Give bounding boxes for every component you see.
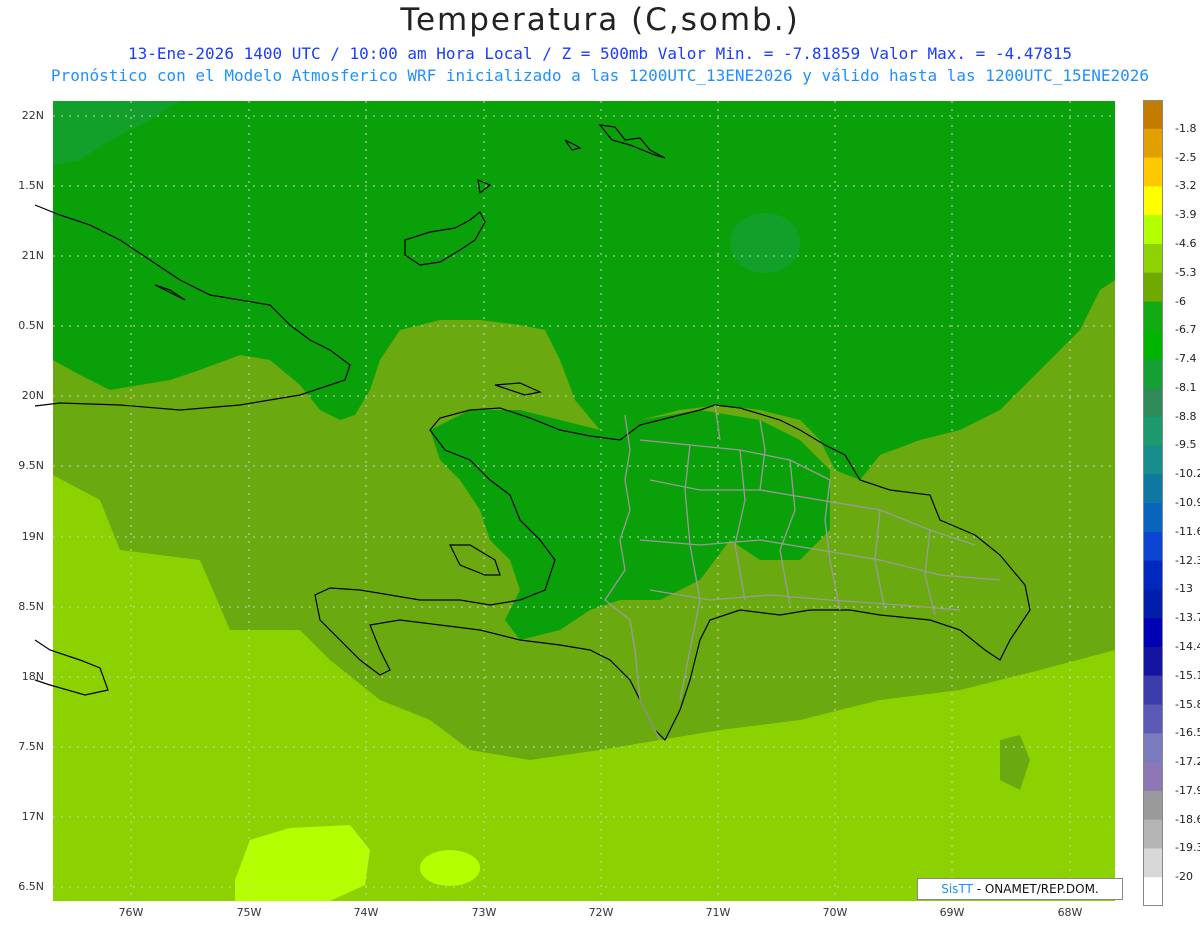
lat-label: 17N — [21, 810, 44, 823]
colorbar-label: -14.4 — [1175, 639, 1200, 653]
colorbar-swatch — [1144, 531, 1162, 562]
colorbar-swatch — [1144, 474, 1162, 504]
lon-label: 74W — [353, 906, 379, 919]
field-brightgreen-blob-2 — [420, 850, 480, 886]
colorbar-swatch — [1144, 877, 1162, 906]
colorbar-label: -19.3 — [1175, 841, 1200, 855]
lon-label: 72W — [588, 906, 614, 919]
credit-box: SisTT - ONAMET/REP.DOM. — [917, 878, 1123, 900]
lon-label: 70W — [822, 906, 848, 919]
colorbar-label: -8.1 — [1175, 380, 1197, 394]
colorbar-label: -10.9 — [1175, 496, 1200, 509]
colorbar-label: -2.5 — [1175, 150, 1197, 164]
lat-label: 8.5N — [18, 600, 44, 613]
colorbar-swatch — [1144, 848, 1162, 878]
colorbar-label: -5.3 — [1175, 265, 1197, 279]
lon-label: 73W — [471, 906, 497, 919]
field-darkgreen-blob — [730, 213, 800, 273]
colorbar-swatch — [1144, 359, 1162, 389]
colorbar-swatch — [1144, 762, 1162, 792]
lat-label: 20N — [21, 389, 44, 402]
colorbar-swatch — [1144, 416, 1162, 446]
lat-label: 9.5N — [18, 459, 44, 472]
lat-label: 19N — [21, 530, 44, 543]
colorbar-swatch — [1144, 790, 1162, 821]
colorbar-label: -12.3 — [1175, 553, 1200, 567]
colorbar-swatch — [1144, 186, 1162, 216]
colorbar-swatch — [1144, 819, 1162, 849]
colorbar-swatch — [1144, 243, 1162, 274]
colorbar-swatch — [1144, 330, 1162, 360]
colorbar-label: -15.8 — [1175, 697, 1200, 711]
colorbar-swatch — [1144, 128, 1162, 159]
lon-label: 69W — [939, 906, 965, 919]
lat-label: 0.5N — [18, 319, 44, 332]
colorbar-swatch — [1144, 704, 1162, 734]
colorbar-label: -10.2 — [1175, 467, 1200, 481]
colorbar-label: -17.9 — [1175, 783, 1200, 797]
colorbar-swatch — [1144, 589, 1162, 619]
colorbar-label: -15.1 — [1175, 668, 1200, 682]
colorbar-swatch — [1144, 646, 1162, 677]
sispi-logo: SisTT — [941, 882, 973, 896]
lat-label: 7.5N — [18, 740, 44, 753]
colorbar-label: -3.2 — [1175, 179, 1197, 193]
colorbar-label: -17.2 — [1175, 755, 1200, 769]
colorbar-label: -18.6 — [1175, 812, 1200, 826]
colorbar — [1143, 100, 1163, 906]
colorbar-swatch — [1144, 733, 1162, 763]
colorbar-swatch — [1144, 503, 1162, 533]
colorbar-label: -6 — [1175, 294, 1186, 308]
colorbar-swatch — [1144, 100, 1162, 130]
colorbar-label: -13.7 — [1175, 611, 1200, 625]
colorbar-label: -1.8 — [1175, 121, 1197, 135]
colorbar-label: -8.8 — [1175, 409, 1197, 423]
colorbar-label: -3.9 — [1175, 208, 1197, 222]
lat-label: 1.5N — [18, 179, 44, 192]
colorbar-swatch — [1144, 301, 1162, 331]
lon-label: 68W — [1057, 906, 1083, 919]
colorbar-swatch — [1144, 387, 1162, 418]
colorbar-label: -13 — [1175, 582, 1193, 596]
colorbar-label: -9.5 — [1175, 438, 1197, 452]
colorbar-swatch — [1144, 560, 1162, 590]
temperature-map — [34, 101, 1115, 901]
colorbar-label: -11.6 — [1175, 524, 1200, 538]
lon-label: 75W — [236, 906, 262, 919]
lat-label: 22N — [21, 109, 44, 122]
colorbar-swatch — [1144, 157, 1162, 187]
lat-label: 18N — [21, 670, 44, 683]
colorbar-swatch — [1144, 618, 1162, 648]
colorbar-swatch — [1144, 272, 1162, 302]
colorbar-swatch — [1144, 215, 1162, 245]
colorbar-swatch — [1144, 445, 1162, 475]
colorbar-label: -6.7 — [1175, 323, 1197, 337]
lon-label: 76W — [118, 906, 144, 919]
colorbar-label: -7.4 — [1175, 352, 1197, 366]
colorbar-label: -16.5 — [1175, 726, 1200, 740]
lat-label: 21N — [21, 249, 44, 262]
colorbar-swatch — [1144, 675, 1162, 705]
lon-label: 71W — [705, 906, 731, 919]
lat-label: 6.5N — [18, 880, 44, 893]
credit-text: - ONAMET/REP.DOM. — [972, 882, 1099, 896]
colorbar-label: -4.6 — [1175, 236, 1197, 250]
colorbar-label: -20 — [1175, 870, 1193, 884]
